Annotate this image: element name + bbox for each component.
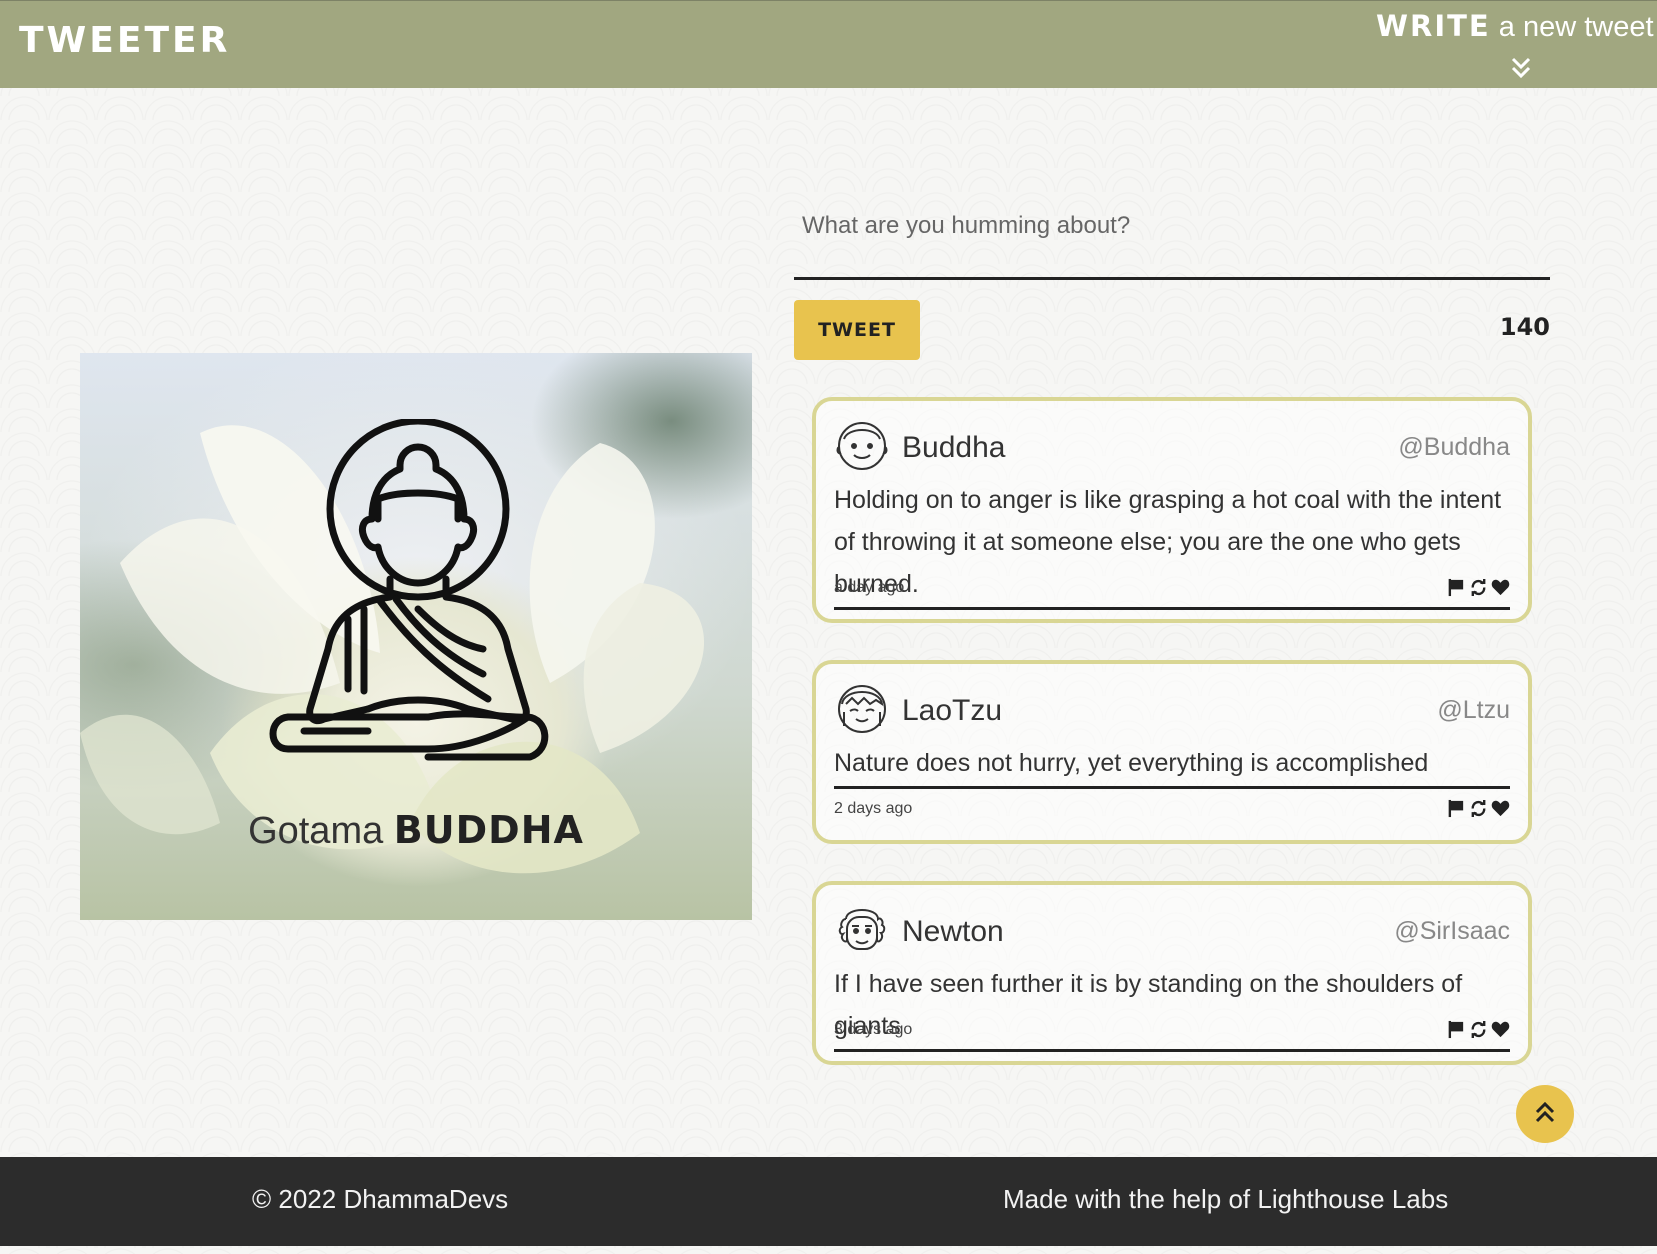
heart-icon[interactable] <box>1491 578 1510 597</box>
curly-hair-face-avatar-icon <box>838 909 886 950</box>
flag-icon[interactable] <box>1447 799 1466 818</box>
double-chevron-up-icon <box>1535 1101 1555 1123</box>
hero-caption: Gotama BUDDHA <box>80 808 752 853</box>
double-chevron-down-icon <box>1511 57 1531 79</box>
tweet-submit-button[interactable]: TWEET <box>794 300 920 360</box>
heart-icon[interactable] <box>1491 799 1510 818</box>
profile-hero-image: Gotama BUDDHA <box>80 353 752 920</box>
smiling-face-avatar-icon <box>836 422 888 470</box>
flag-icon[interactable] <box>1447 1020 1466 1039</box>
tweet-actions <box>1447 799 1510 818</box>
tweet-text: Holding on to anger is like grasping a h… <box>834 479 1510 610</box>
page-footer: © 2022 DhammaDevs Made with the help of … <box>0 1157 1657 1246</box>
write-label: WRITE <box>1376 9 1491 43</box>
tweet-card: Buddha @Buddha Holding on to anger is li… <box>812 397 1532 623</box>
tweet-timestamp: a day ago <box>834 579 905 596</box>
tweet-actions <box>1447 578 1510 597</box>
credit-text: Made with the help of Lighthouse Labs <box>1003 1184 1449 1214</box>
retweet-icon[interactable] <box>1469 799 1488 818</box>
tweet-author-handle: @Buddha <box>1398 433 1510 461</box>
flag-icon[interactable] <box>1447 578 1466 597</box>
write-new-tweet-toggle[interactable]: WRITE a new tweet <box>1376 9 1654 85</box>
new-tweet-form: TWEET 140 <box>794 200 1550 365</box>
tweet-author-name: Buddha <box>902 431 1006 464</box>
tweet-text-input[interactable] <box>794 200 1550 280</box>
caption-first-name: Gotama <box>248 810 394 852</box>
scroll-to-top-button[interactable] <box>1516 1085 1574 1143</box>
character-counter: 140 <box>1499 313 1550 341</box>
retweet-icon[interactable] <box>1469 578 1488 597</box>
tweet-card: Newton @SirIsaac If I have seen further … <box>812 881 1532 1065</box>
brand-logo[interactable]: TWEETER <box>19 20 230 61</box>
content-face-avatar-icon <box>838 685 886 733</box>
copyright-text: © 2022 DhammaDevs <box>252 1184 509 1214</box>
tweet-timestamp: 2 days ago <box>834 800 913 817</box>
tweet-author-handle: @SirIsaac <box>1394 917 1510 945</box>
tweet-text: Nature does not hurry, yet everything is… <box>834 742 1510 789</box>
tweet-actions <box>1447 1020 1510 1039</box>
tweet-text: If I have seen further it is by standing… <box>834 963 1510 1052</box>
retweet-icon[interactable] <box>1469 1020 1488 1039</box>
new-tweet-label: a new tweet <box>1490 11 1654 43</box>
tweet-card: LaoTzu @Ltzu Nature does not hurry, yet … <box>812 660 1532 844</box>
heart-icon[interactable] <box>1491 1020 1510 1039</box>
tweet-author-handle: @Ltzu <box>1437 696 1510 724</box>
tweet-author-name: Newton <box>902 915 1004 948</box>
meditating-buddha-icon <box>269 419 549 761</box>
top-nav: TWEETER WRITE a new tweet <box>0 0 1657 88</box>
tweet-timestamp: 3 days ago <box>834 1021 913 1038</box>
caption-last-name: BUDDHA <box>393 808 584 852</box>
tweet-author-name: LaoTzu <box>902 694 1003 727</box>
